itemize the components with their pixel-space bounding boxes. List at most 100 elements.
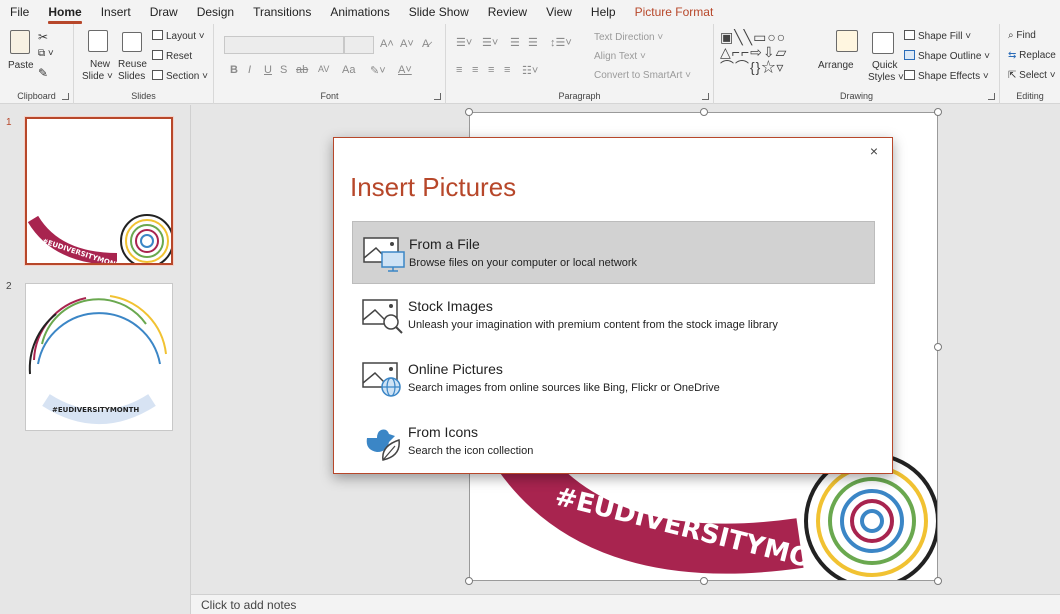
option-description: Search the icon collection: [408, 445, 534, 457]
reset-button[interactable]: Reset: [152, 50, 192, 62]
arrange-button[interactable]: Arrange: [818, 60, 854, 71]
highlight-icon[interactable]: ✎˅: [370, 64, 386, 77]
reuse-slides-label: Slides: [118, 71, 146, 82]
notes-pane[interactable]: Click to add notes: [191, 594, 1060, 614]
shape-fill-button[interactable]: Shape Fill ˅: [904, 30, 971, 42]
resize-handle[interactable]: [934, 108, 942, 116]
resize-handle[interactable]: [934, 343, 942, 351]
align-center-icon[interactable]: ≡: [472, 64, 478, 76]
copy-icon[interactable]: ⧉ ˅: [38, 48, 54, 59]
select-button[interactable]: ⇱ Select ˅: [1008, 70, 1056, 81]
new-slide-icon: [88, 30, 108, 52]
quick-styles-dropdown[interactable]: Styles ˅: [868, 72, 904, 83]
reuse-slides-button[interactable]: Reuse: [118, 59, 147, 70]
align-right-icon[interactable]: ≡: [488, 64, 494, 76]
shape-outline-button[interactable]: Shape Outline ˅: [904, 50, 990, 62]
text-direction-button[interactable]: Text Direction ˅: [594, 32, 663, 43]
resize-handle[interactable]: [465, 108, 473, 116]
close-button[interactable]: ×: [870, 143, 878, 159]
paragraph-launcher-icon[interactable]: [702, 93, 709, 100]
slide-number: 1: [6, 117, 12, 128]
replace-button[interactable]: ⇆ Replace: [1008, 50, 1056, 61]
resize-handle[interactable]: [934, 577, 942, 585]
drawing-launcher-icon[interactable]: [988, 93, 995, 100]
slides-group: New Slide ˅ Reuse Slides Layout ˅ Reset …: [74, 24, 214, 104]
clear-format-icon[interactable]: A̷: [422, 38, 429, 50]
shape-effects-icon: [904, 70, 915, 80]
underline-button[interactable]: U: [264, 64, 272, 76]
font-group: A˄ A˅ A̷ B I U S ab AV Aa ✎˅ A˅ Font: [214, 24, 446, 104]
tab-animations[interactable]: Animations: [330, 5, 389, 19]
character-spacing-button[interactable]: AV: [318, 64, 329, 74]
resize-handle[interactable]: [700, 577, 708, 585]
shadow-button[interactable]: S: [280, 64, 287, 76]
align-left-icon[interactable]: ≡: [456, 64, 462, 76]
italic-button[interactable]: I: [248, 64, 251, 76]
section-button[interactable]: Section ˅: [152, 70, 208, 82]
select-icon: ⇱: [1008, 70, 1017, 81]
stock-images-option[interactable]: Stock Images Unleash your imagination wi…: [352, 284, 875, 347]
new-slide-button[interactable]: New: [90, 59, 110, 70]
resize-handle[interactable]: [465, 577, 473, 585]
slide-number: 2: [6, 281, 12, 292]
find-button[interactable]: ⌕ Find: [1008, 30, 1036, 41]
drawing-label: Drawing: [839, 91, 873, 101]
tab-insert[interactable]: Insert: [101, 5, 131, 19]
align-text-button[interactable]: Align Text ˅: [594, 51, 646, 62]
slide-thumbnail-2[interactable]: #EUDIVERSITYMONTH: [25, 283, 173, 431]
tab-file[interactable]: File: [10, 5, 29, 19]
paste-icon: [10, 30, 30, 54]
ribbon-tabs: File Home Insert Draw Design Transitions…: [0, 0, 1060, 24]
tab-transitions[interactable]: Transitions: [253, 5, 311, 19]
font-launcher-icon[interactable]: [434, 93, 441, 100]
tab-draw[interactable]: Draw: [150, 5, 178, 19]
tab-slide-show[interactable]: Slide Show: [409, 5, 469, 19]
bold-button[interactable]: B: [230, 64, 238, 76]
from-icons-option[interactable]: From Icons Search the icon collection: [352, 410, 875, 473]
slide-2-artwork: #EUDIVERSITYMONTH: [28, 295, 167, 424]
shape-effects-button[interactable]: Shape Effects ˅: [904, 70, 989, 82]
icons-bird-leaf-icon: [366, 429, 400, 461]
line-spacing-icon[interactable]: ↕☰˅: [550, 36, 572, 49]
font-label: Font: [320, 91, 339, 101]
numbering-icon[interactable]: ☰˅: [482, 36, 498, 49]
columns-icon[interactable]: ☷˅: [522, 64, 538, 77]
grow-font-button[interactable]: A˄: [380, 38, 394, 50]
font-name-combo[interactable]: [224, 36, 344, 54]
shrink-font-button[interactable]: A˅: [400, 38, 414, 50]
tab-home[interactable]: Home: [48, 5, 83, 24]
tab-design[interactable]: Design: [197, 5, 234, 19]
panel-divider[interactable]: [190, 105, 191, 614]
shapes-gallery[interactable]: ▣╲╲▭○○ △⌐⌐⇨⇩▱ ⌒⌒{}☆▿: [720, 30, 814, 80]
slide-thumbnail-1[interactable]: #EUDIVERSITYMONTH: [24, 116, 174, 266]
increase-indent-icon[interactable]: ☰: [528, 36, 538, 49]
resize-handle[interactable]: [700, 108, 708, 116]
smartart-button[interactable]: Convert to SmartArt ˅: [594, 70, 691, 81]
new-slide-dropdown[interactable]: Slide ˅: [82, 71, 113, 82]
font-size-combo[interactable]: [344, 36, 374, 54]
strikethrough-icon[interactable]: ab: [296, 64, 308, 76]
cut-icon[interactable]: ✂: [38, 30, 48, 44]
from-a-file-option[interactable]: From a File Browse files on your compute…: [352, 221, 875, 284]
editing-label: Editing: [1016, 91, 1044, 101]
justify-icon[interactable]: ≡: [504, 64, 510, 76]
font-color-icon[interactable]: A˅: [398, 64, 412, 76]
tab-review[interactable]: Review: [488, 5, 527, 19]
shape-fill-icon: [904, 30, 915, 40]
paste-button[interactable]: Paste: [8, 60, 34, 71]
quick-styles-button[interactable]: Quick: [872, 60, 898, 71]
bullets-icon[interactable]: ☰˅: [456, 36, 472, 49]
change-case-button[interactable]: Aa: [342, 64, 355, 76]
dialog-title: Insert Pictures: [350, 172, 517, 202]
format-painter-icon[interactable]: ✎: [38, 66, 48, 80]
section-icon: [152, 70, 163, 80]
slide-2-caption: #EUDIVERSITYMONTH: [52, 406, 139, 414]
decrease-indent-icon[interactable]: ☰: [510, 36, 520, 49]
tab-picture-format[interactable]: Picture Format: [635, 5, 714, 19]
tab-view[interactable]: View: [546, 5, 572, 19]
picture-search-icon: [362, 299, 403, 334]
layout-button[interactable]: Layout ˅: [152, 30, 205, 42]
clipboard-launcher-icon[interactable]: [62, 93, 69, 100]
tab-help[interactable]: Help: [591, 5, 616, 19]
online-pictures-option[interactable]: Online Pictures Search images from onlin…: [352, 347, 875, 410]
